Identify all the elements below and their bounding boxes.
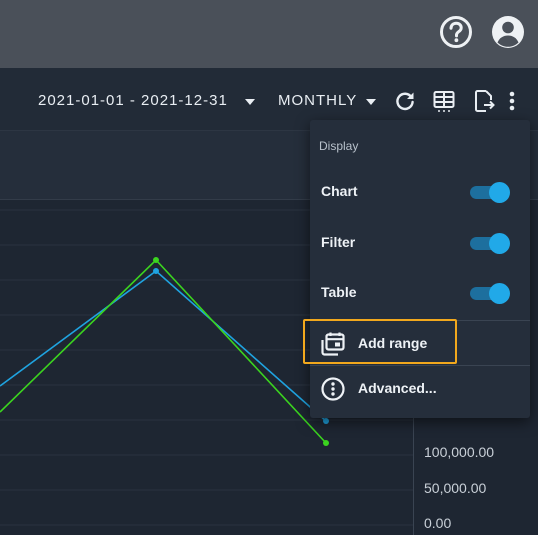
menu-item-advanced[interactable]: Advanced... — [310, 366, 530, 410]
series-point — [153, 257, 159, 263]
chevron-down-icon[interactable] — [245, 99, 255, 105]
help-circle-icon[interactable] — [439, 15, 473, 49]
y-axis-label: 50,000.00 — [424, 480, 487, 496]
menu-item-label: Table — [321, 284, 357, 300]
toggle-knob — [489, 182, 510, 203]
more-vert-icon[interactable] — [505, 89, 519, 113]
menu-section-header: Display — [319, 139, 359, 153]
chart-toggle[interactable] — [470, 182, 510, 203]
account-circle-icon[interactable] — [491, 15, 525, 49]
menu-item-filter[interactable]: Filter — [310, 219, 530, 267]
series-line-green — [0, 258, 327, 444]
filter-toggle[interactable] — [470, 233, 510, 254]
display-options-menu: Display Chart Filter Table Add range Adv… — [310, 120, 530, 418]
chevron-down-icon[interactable] — [366, 99, 376, 105]
export-icon[interactable] — [472, 89, 496, 113]
series-line-blue — [0, 269, 327, 422]
series-point — [323, 418, 329, 424]
menu-item-add-range[interactable]: Add range — [310, 321, 530, 365]
advanced-label: Advanced... — [358, 380, 437, 396]
app-root: 2021-01-01 - 2021-12-31 MONTHLY 100,000.… — [0, 0, 538, 535]
refresh-icon[interactable] — [393, 89, 417, 113]
menu-item-label: Filter — [321, 234, 356, 250]
add-range-label: Add range — [358, 335, 428, 351]
period-select[interactable]: MONTHLY — [278, 92, 357, 109]
toggle-knob — [489, 233, 510, 254]
more-options-circle-icon — [320, 376, 346, 402]
date-range-select[interactable]: 2021-01-01 - 2021-12-31 — [38, 92, 228, 109]
toggle-knob — [489, 283, 510, 304]
table-toggle[interactable] — [470, 283, 510, 304]
y-axis-label: 100,000.00 — [424, 444, 495, 460]
app-header — [0, 0, 538, 68]
menu-item-label: Chart — [321, 183, 358, 199]
y-axis-label: 0.00 — [424, 515, 452, 531]
table-view-icon[interactable] — [432, 89, 456, 113]
calendar-range-icon — [320, 331, 346, 357]
menu-item-chart[interactable]: Chart — [310, 168, 530, 216]
series-point — [323, 440, 329, 446]
series-point — [153, 268, 159, 274]
menu-item-table[interactable]: Table — [310, 269, 530, 317]
